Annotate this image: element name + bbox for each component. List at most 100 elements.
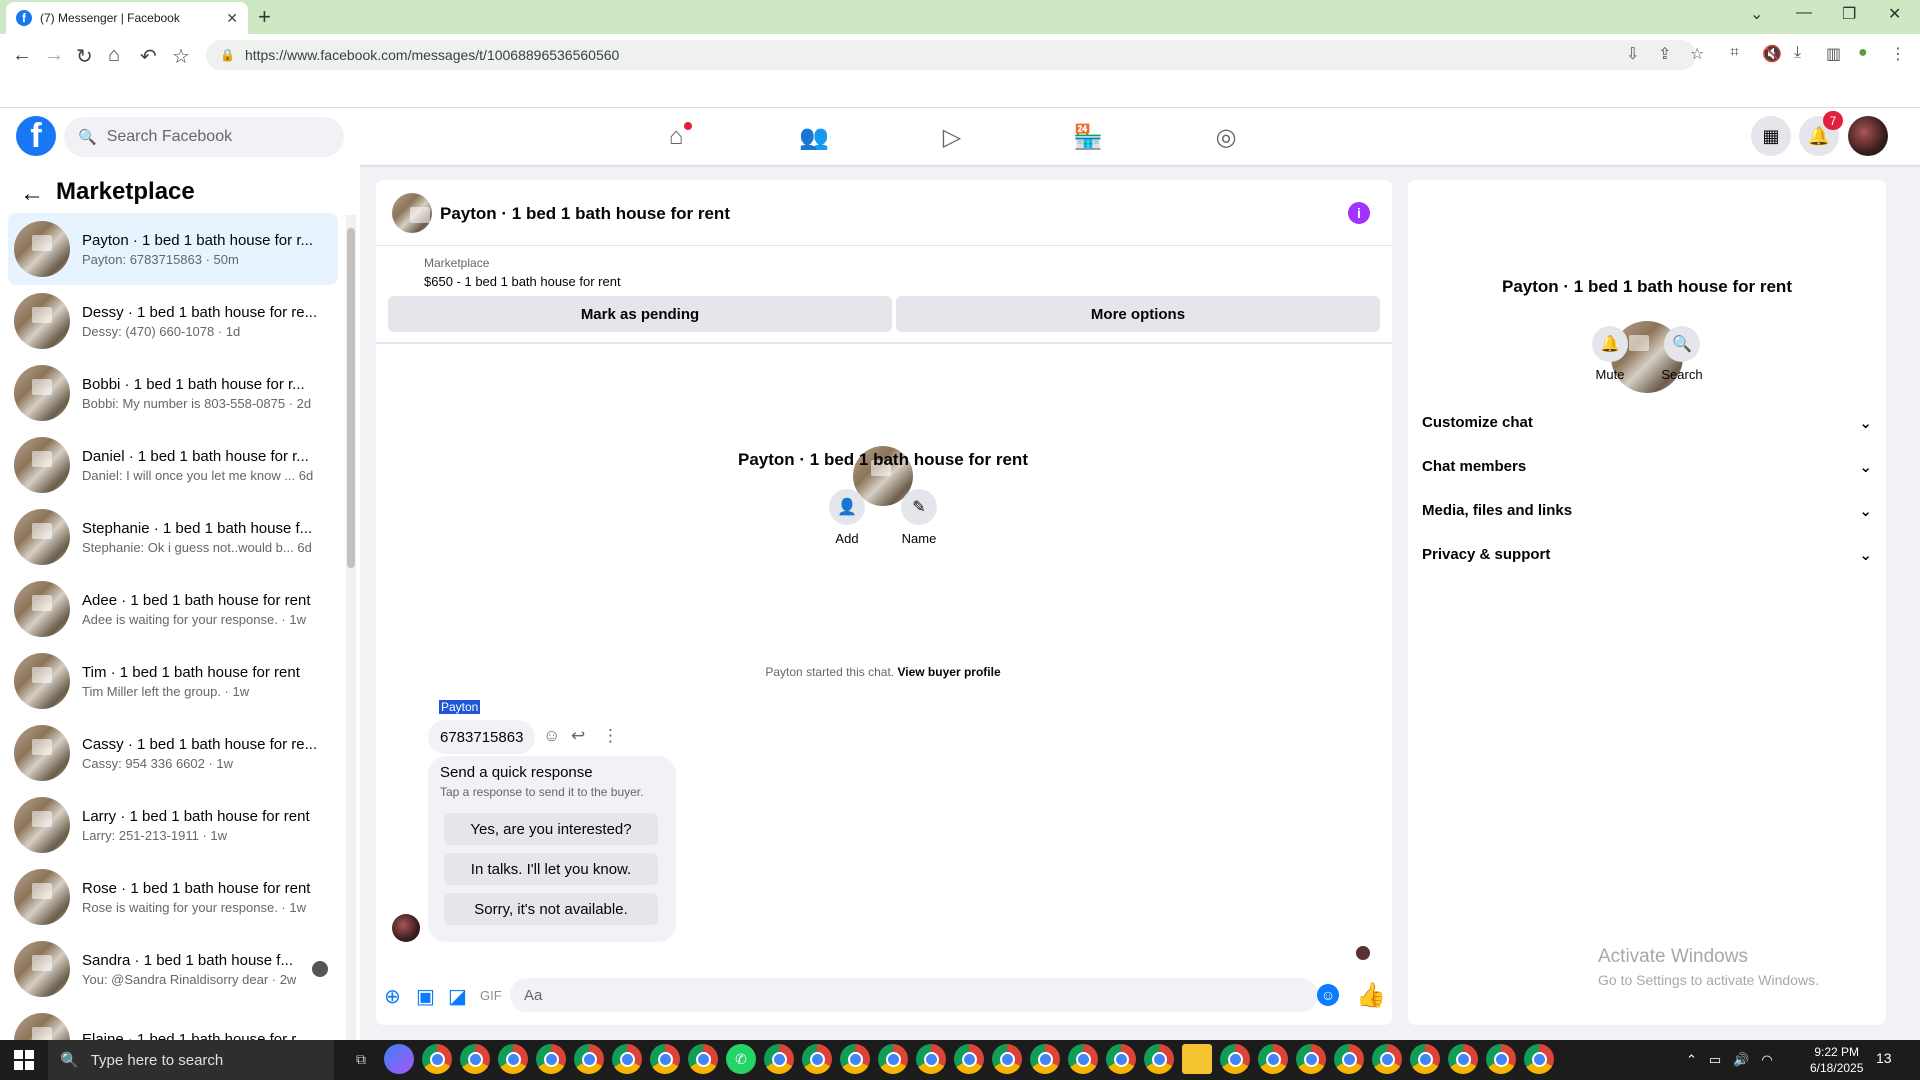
mute-bell-icon[interactable]: 🔔 <box>1592 326 1628 362</box>
taskbar-search-input[interactable]: 🔍 Type here to search <box>48 1040 334 1080</box>
conversation-item[interactable]: Larry · 1 bed 1 bath house for rent Larry… <box>8 789 338 861</box>
menu-grid-icon[interactable]: ▦ <box>1751 116 1791 156</box>
groups-nav-icon[interactable]: ◎ <box>1206 120 1246 154</box>
chrome-icon[interactable] <box>650 1044 680 1074</box>
home-icon[interactable]: ⌂ <box>108 44 120 67</box>
chrome-icon[interactable] <box>1410 1044 1440 1074</box>
chrome-icon[interactable] <box>1030 1044 1060 1074</box>
chrome-icon[interactable] <box>1372 1044 1402 1074</box>
message-input[interactable]: Aa <box>510 978 1318 1012</box>
chrome-icon[interactable] <box>460 1044 490 1074</box>
friends-nav-icon[interactable]: 👥 <box>794 120 834 154</box>
item-price-title[interactable]: $650 - 1 bed 1 bath house for rent <box>424 274 621 289</box>
reload-button[interactable]: ↻ <box>76 44 93 69</box>
chrome-icon[interactable] <box>1524 1044 1554 1074</box>
back-button[interactable]: ← <box>12 44 32 67</box>
reply-icon[interactable]: ↩ <box>571 726 585 746</box>
mute-tab-icon[interactable]: 🔇 <box>1762 44 1782 64</box>
chrome-icon[interactable] <box>878 1044 908 1074</box>
chrome-icon[interactable] <box>840 1044 870 1074</box>
chrome-icon[interactable] <box>1068 1044 1098 1074</box>
conversation-item[interactable]: Bobbi · 1 bed 1 bath house for r... Bobbi… <box>8 357 338 429</box>
menu-icon[interactable]: ⋮ <box>1890 44 1906 64</box>
copilot-icon[interactable] <box>384 1044 414 1074</box>
side-panel-icon[interactable]: ▥ <box>1826 44 1841 64</box>
conversation-item[interactable]: Daniel · 1 bed 1 bath house for r... Dani… <box>8 429 338 501</box>
react-emoji-icon[interactable]: ☺ <box>543 726 560 746</box>
conversation-item[interactable]: Adee · 1 bed 1 bath house for rent Adee i… <box>8 573 338 645</box>
whatsapp-icon[interactable]: ✆ <box>726 1044 756 1074</box>
conversation-item[interactable]: Elaine · 1 bed 1 bath house for r... <box>8 1005 338 1040</box>
undo-icon[interactable]: ↶ <box>140 44 157 69</box>
browser-tab[interactable]: f (7) Messenger | Facebook ✕ <box>6 2 248 34</box>
marketplace-nav-icon[interactable]: 🏪 <box>1068 120 1108 154</box>
quick-response-button[interactable]: Yes, are you interested? <box>444 813 658 845</box>
chrome-icon[interactable] <box>1296 1044 1326 1074</box>
wifi-icon[interactable]: ◠ <box>1761 1052 1772 1068</box>
scrollbar-thumb[interactable] <box>347 228 355 568</box>
conversation-item[interactable]: Rose · 1 bed 1 bath house for rent Rose i… <box>8 861 338 933</box>
chrome-icon[interactable] <box>764 1044 794 1074</box>
download-icon[interactable]: ⤓ <box>1794 44 1801 62</box>
chrome-icon[interactable] <box>1334 1044 1364 1074</box>
address-bar[interactable]: 🔒 https://www.facebook.com/messages/t/10… <box>206 40 1696 70</box>
more-actions-icon[interactable]: ⋮ <box>602 726 619 746</box>
maximize-button[interactable]: ❐ <box>1842 4 1856 24</box>
facebook-logo-icon[interactable]: f <box>16 116 56 156</box>
media-files-section[interactable]: Media, files and links ⌄ <box>1422 502 1872 520</box>
conversation-item[interactable]: Cassy · 1 bed 1 bath house for re... Cass… <box>8 717 338 789</box>
gif-icon[interactable]: GIF <box>480 988 502 1003</box>
chat-members-section[interactable]: Chat members ⌄ <box>1422 458 1872 476</box>
chrome-icon[interactable] <box>802 1044 832 1074</box>
facebook-search-input[interactable]: 🔍 Search Facebook <box>64 117 344 157</box>
conversation-item[interactable]: Stephanie · 1 bed 1 bath house f... Steph… <box>8 501 338 573</box>
photo-icon[interactable]: ▣ <box>416 984 435 1009</box>
tab-search-icon[interactable]: ⌄ <box>1750 4 1763 24</box>
quick-response-button[interactable]: In talks. I'll let you know. <box>444 853 658 885</box>
install-icon[interactable]: ⇩ <box>1626 44 1639 64</box>
conversation-item[interactable]: Payton · 1 bed 1 bath house for r... Payt… <box>8 213 338 285</box>
search-conversation-icon[interactable]: 🔍 <box>1664 326 1700 362</box>
chrome-icon[interactable] <box>612 1044 642 1074</box>
windows-start-icon[interactable] <box>14 1050 34 1070</box>
file-explorer-icon[interactable] <box>1182 1044 1212 1074</box>
info-icon[interactable]: i <box>1348 202 1370 224</box>
view-buyer-profile-link[interactable]: View buyer profile <box>897 665 1000 679</box>
notification-center-icon[interactable]: 13 <box>1876 1050 1892 1066</box>
chrome-icon[interactable] <box>916 1044 946 1074</box>
chrome-icon[interactable] <box>574 1044 604 1074</box>
network-icon[interactable]: ▭ <box>1709 1052 1721 1068</box>
sticker-icon[interactable]: ◪ <box>448 984 467 1009</box>
quick-response-button[interactable]: Sorry, it's not available. <box>444 893 658 925</box>
chrome-icon[interactable] <box>536 1044 566 1074</box>
customize-chat-section[interactable]: Customize chat ⌄ <box>1422 414 1872 432</box>
chrome-icon[interactable] <box>1220 1044 1250 1074</box>
like-thumb-icon[interactable]: 👍 <box>1356 981 1386 1010</box>
chrome-icon[interactable] <box>954 1044 984 1074</box>
system-clock[interactable]: 9:22 PM 6/18/2025 <box>1810 1044 1863 1076</box>
add-person-icon[interactable]: 👤 <box>829 489 865 525</box>
chat-avatar[interactable] <box>392 193 432 233</box>
minimize-button[interactable]: — <box>1796 4 1812 22</box>
profile-icon[interactable]: ● <box>1858 44 1868 62</box>
conversation-item[interactable]: Sandra · 1 bed 1 bath house f... You: @Sa… <box>8 933 338 1005</box>
show-hidden-icons-icon[interactable]: ⌃ <box>1686 1052 1697 1068</box>
more-options-button[interactable]: More options <box>896 296 1380 332</box>
close-window-button[interactable]: ✕ <box>1888 4 1901 24</box>
video-nav-icon[interactable]: ▷ <box>932 120 972 154</box>
chat-title[interactable]: Payton · 1 bed 1 bath house for rent <box>440 204 730 224</box>
forward-button[interactable]: → <box>44 44 64 67</box>
volume-icon[interactable]: 🔊 <box>1733 1052 1749 1068</box>
chrome-icon[interactable] <box>992 1044 1022 1074</box>
task-view-icon[interactable]: ⧉ <box>346 1044 376 1074</box>
bookmark-star-icon[interactable]: ☆ <box>172 44 190 69</box>
crop-icon[interactable]: ⌗ <box>1730 44 1739 62</box>
back-arrow-icon[interactable]: ← <box>20 180 44 208</box>
emoji-icon[interactable]: ☺ <box>1317 984 1339 1006</box>
edit-name-icon[interactable]: ✎ <box>901 489 937 525</box>
message-bubble[interactable]: 6783715863 <box>428 720 536 754</box>
plus-circle-icon[interactable]: ⊕ <box>384 984 401 1009</box>
chrome-icon[interactable] <box>1448 1044 1478 1074</box>
chrome-icon[interactable] <box>1486 1044 1516 1074</box>
chrome-icon[interactable] <box>498 1044 528 1074</box>
